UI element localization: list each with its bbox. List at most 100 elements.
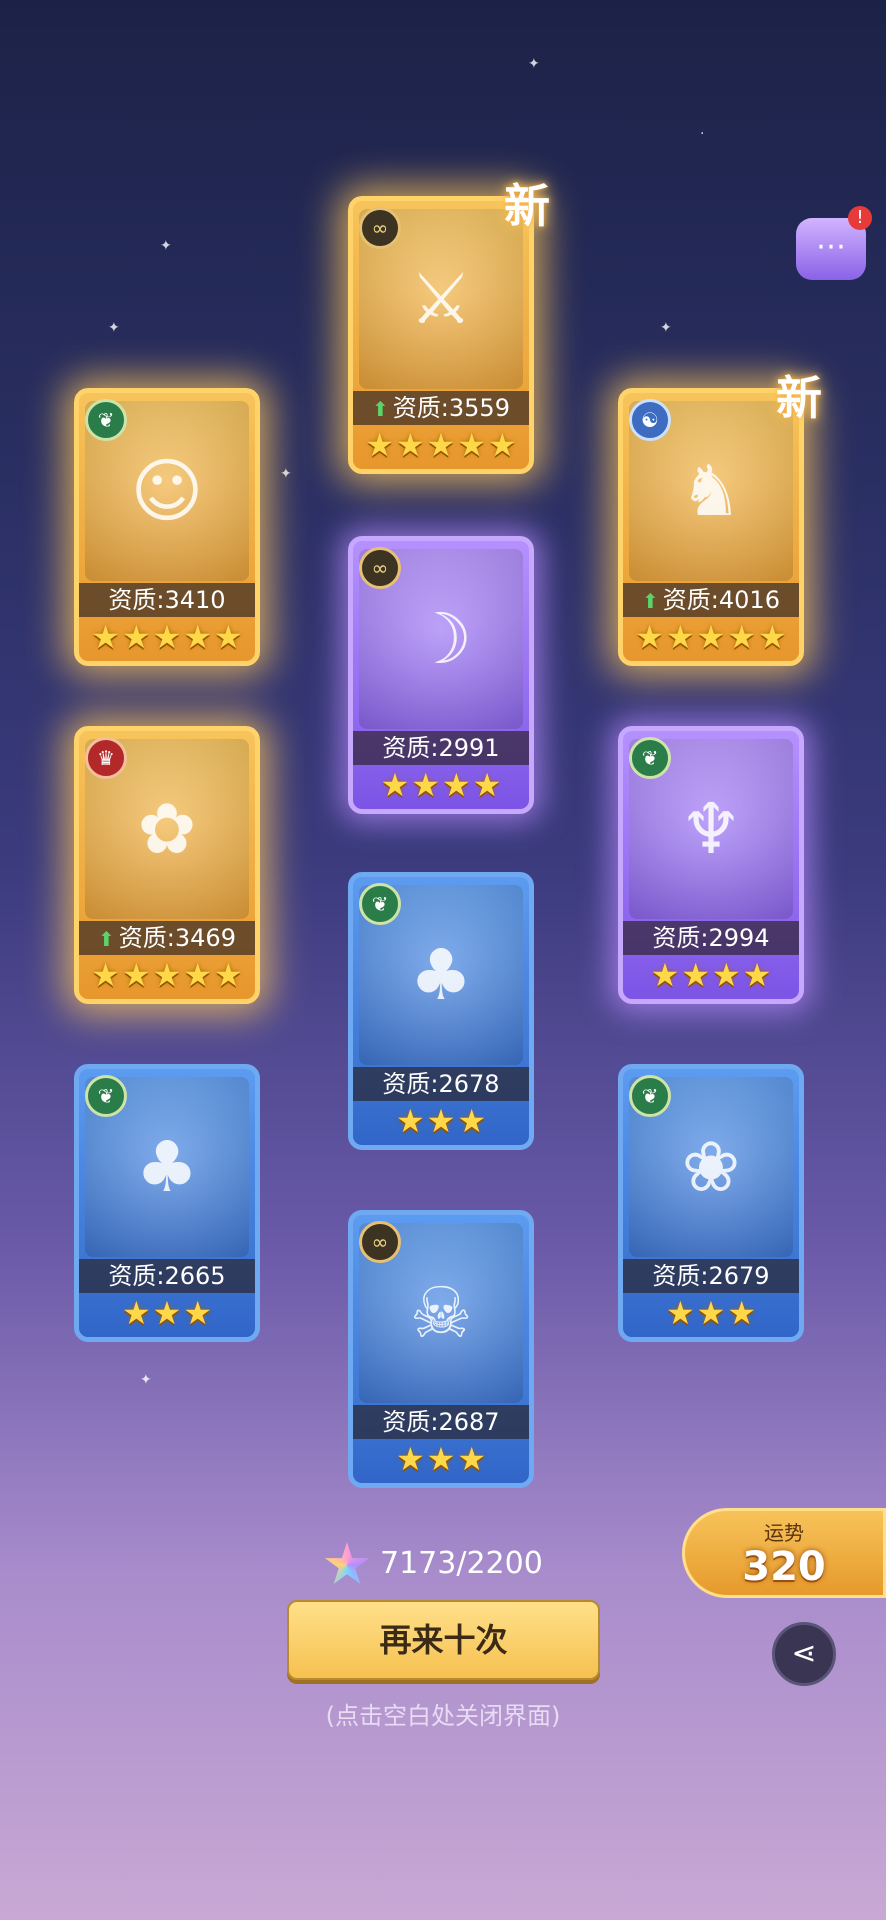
- dragon-element-icon: ☯: [629, 399, 671, 441]
- star-icon: ★: [635, 618, 664, 656]
- hero-portrait-icon: ✿: [137, 788, 197, 870]
- hero-portrait-icon: ❀: [681, 1126, 741, 1208]
- aptitude-label: 资质:2687: [353, 1405, 529, 1439]
- star-icon: ★: [472, 766, 502, 804]
- star-icon: ★: [365, 426, 394, 464]
- star-icon: ★: [758, 618, 787, 656]
- summon-cost-text: 7173/2200: [380, 1546, 543, 1581]
- aptitude-label: ⬆ 资质:3559: [353, 391, 529, 425]
- star-rating: ★★★★★: [353, 427, 529, 463]
- star-icon: ★: [696, 1294, 726, 1332]
- hero-card[interactable]: ✿ ♛ ⬆ 资质:3469 ★★★★★: [74, 726, 260, 1004]
- new-tag: 新: [504, 179, 550, 233]
- hero-card[interactable]: ⚔ ∞ ⬆ 资质:3559 ★★★★★: [348, 196, 534, 474]
- star-icon: ★: [665, 1294, 695, 1332]
- star-rating: ★★★★★: [79, 619, 255, 655]
- star-icon: ★: [488, 426, 517, 464]
- star-rating: ★★★★: [623, 957, 799, 993]
- hero-portrait-icon: ☽: [409, 598, 473, 680]
- aptitude-label: 资质:2991: [353, 731, 529, 765]
- star-icon: ★: [183, 1294, 213, 1332]
- chat-bubble-icon: ⋯: [816, 229, 846, 264]
- star-icon: ★: [152, 956, 182, 994]
- leaf-element-icon: ❦: [629, 1075, 671, 1117]
- sparkle-icon: ✦: [528, 56, 540, 72]
- star-icon: ★: [665, 618, 695, 656]
- hero-portrait-icon: ♣: [135, 1126, 199, 1208]
- hero-card[interactable]: ❀ ❦ 资质:2679 ★★★: [618, 1064, 804, 1342]
- ring-element-icon: ∞: [359, 207, 401, 249]
- upgrade-arrow-icon: ⬆: [372, 397, 389, 421]
- hero-card[interactable]: ♣ ❦ 资质:2678 ★★★: [348, 872, 534, 1150]
- star-rating: ★★★★★: [623, 619, 799, 655]
- hero-card[interactable]: ♆ ❦ 资质:2994 ★★★★: [618, 726, 804, 1004]
- sparkle-icon: ·: [700, 126, 705, 142]
- star-rating: ★★★: [353, 1441, 529, 1477]
- star-icon: ★: [395, 1440, 425, 1478]
- leaf-element-icon: ❦: [359, 883, 401, 925]
- hero-portrait-icon: ☠: [409, 1272, 473, 1354]
- hero-card[interactable]: ☺ ❦ 资质:3410 ★★★★★: [74, 388, 260, 666]
- hero-portrait-icon: ☺: [130, 450, 204, 532]
- star-icon: ★: [214, 956, 243, 994]
- chat-button[interactable]: ⋯ !: [796, 206, 872, 280]
- star-icon: ★: [121, 618, 151, 656]
- aptitude-label: ⬆ 资质:4016: [623, 583, 799, 617]
- star-icon: ★: [91, 956, 120, 994]
- star-icon: ★: [457, 1440, 487, 1478]
- luck-value: 320: [742, 1544, 826, 1590]
- star-icon: ★: [152, 1294, 182, 1332]
- star-icon: ★: [183, 618, 213, 656]
- star-icon: ★: [742, 956, 772, 994]
- star-icon: ★: [152, 618, 182, 656]
- leaf-element-icon: ❦: [85, 1075, 127, 1117]
- aptitude-label: 资质:2678: [353, 1067, 529, 1101]
- devil-element-icon: ♛: [85, 737, 127, 779]
- star-icon: ★: [183, 956, 213, 994]
- star-icon: ★: [380, 766, 410, 804]
- summon-again-button[interactable]: 再来十次: [287, 1600, 600, 1680]
- star-icon: ★: [121, 956, 151, 994]
- gem-icon: [324, 1542, 370, 1584]
- star-icon: ★: [426, 1440, 456, 1478]
- hero-card[interactable]: ☽ ∞ 资质:2991 ★★★★: [348, 536, 534, 814]
- star-icon: ★: [214, 618, 243, 656]
- luck-panel: 运势 320: [682, 1508, 886, 1598]
- share-icon: ⋖: [791, 1636, 817, 1671]
- aptitude-label: ⬆ 资质:3469: [79, 921, 255, 955]
- star-icon: ★: [91, 618, 120, 656]
- star-icon: ★: [696, 618, 726, 656]
- aptitude-label: 资质:2665: [79, 1259, 255, 1293]
- star-icon: ★: [712, 956, 741, 994]
- star-rating: ★★★★★: [79, 957, 255, 993]
- sparkle-icon: ✦: [108, 320, 120, 336]
- star-rating: ★★★: [79, 1295, 255, 1331]
- hero-card[interactable]: ♣ ❦ 资质:2665 ★★★: [74, 1064, 260, 1342]
- sparkle-icon: ✦: [140, 1372, 152, 1388]
- ring-element-icon: ∞: [359, 547, 401, 589]
- upgrade-arrow-icon: ⬆: [642, 589, 659, 613]
- star-icon: ★: [650, 956, 680, 994]
- star-icon: ★: [395, 426, 425, 464]
- star-icon: ★: [457, 426, 487, 464]
- star-icon: ★: [426, 426, 456, 464]
- close-hint: (点击空白处关闭界面): [325, 1702, 561, 1730]
- star-rating: ★★★★: [353, 767, 529, 803]
- hero-card[interactable]: ☠ ∞ 资质:2687 ★★★: [348, 1210, 534, 1488]
- new-tag: 新: [776, 371, 822, 425]
- star-icon: ★: [727, 1294, 757, 1332]
- summon-cost: 7173/2200: [324, 1540, 574, 1590]
- hero-portrait-icon: ⚔: [409, 258, 473, 340]
- star-rating: ★★★: [623, 1295, 799, 1331]
- hero-portrait-icon: ♣: [409, 934, 473, 1016]
- hero-portrait-icon: ♞: [679, 450, 743, 532]
- hero-card[interactable]: ♞ ☯ ⬆ 资质:4016 ★★★★★: [618, 388, 804, 666]
- leaf-element-icon: ❦: [85, 399, 127, 441]
- star-icon: ★: [457, 1102, 487, 1140]
- star-icon: ★: [442, 766, 471, 804]
- notification-dot: !: [848, 206, 872, 230]
- ring-element-icon: ∞: [359, 1221, 401, 1263]
- share-button[interactable]: ⋖: [772, 1622, 836, 1686]
- luck-label: 运势: [764, 1521, 804, 1545]
- star-icon: ★: [727, 618, 757, 656]
